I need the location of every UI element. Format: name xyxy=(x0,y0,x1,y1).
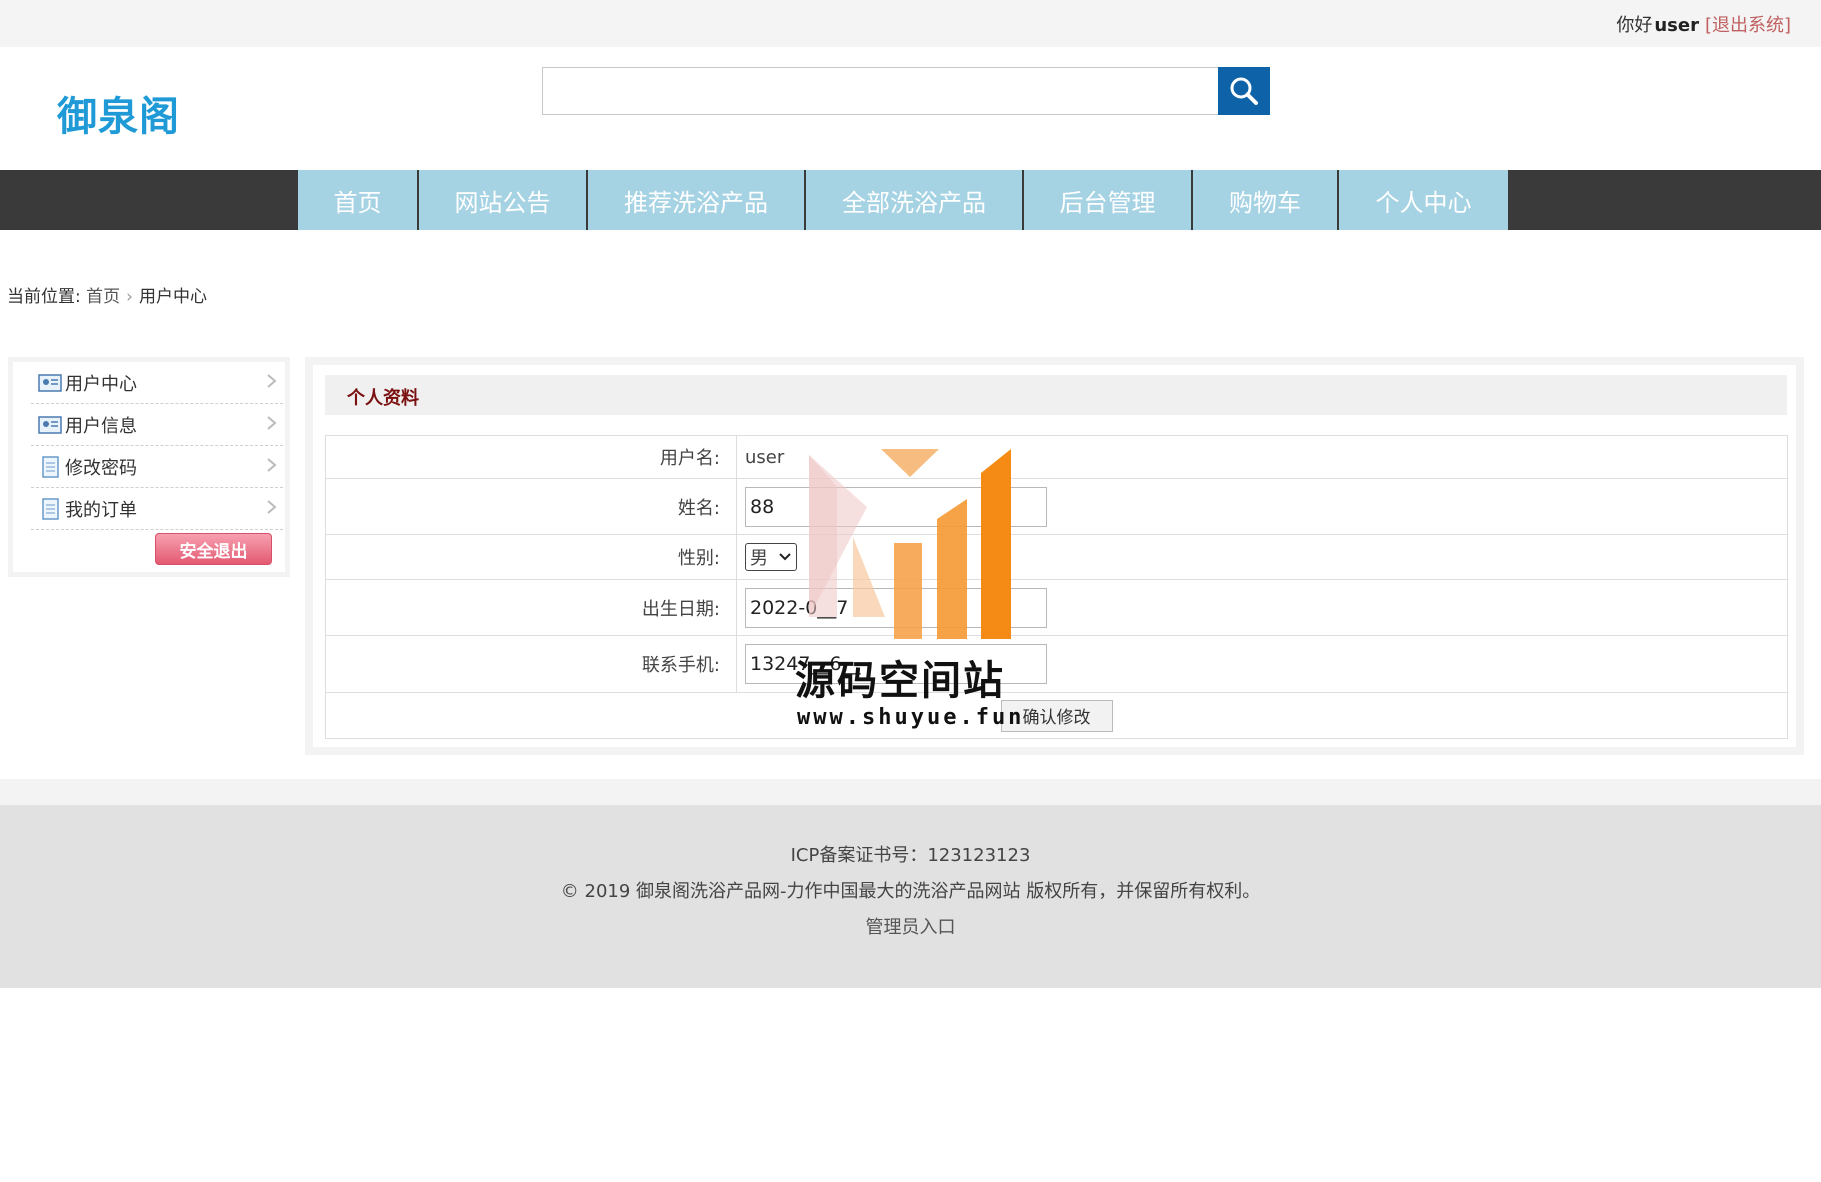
sidebar: 用户中心 用户信息 修改密码 我的订单 安全退出 xyxy=(8,357,290,577)
id-card-icon xyxy=(38,415,62,434)
profile-panel: 个人资料 用户名: user 姓名: 性别: 男 出生 xyxy=(305,357,1804,755)
id-card-icon xyxy=(38,373,62,392)
watermark-url: www.shuyue.fun xyxy=(797,705,1025,730)
nav-item-cart[interactable]: 购物车 xyxy=(1193,170,1339,230)
breadcrumb: 当前位置: 首页 › 用户中心 xyxy=(7,282,207,307)
birth-date-label: 出生日期: xyxy=(325,579,737,636)
form-row: 性别: 男 xyxy=(325,534,1788,580)
panel-header: 个人资料 xyxy=(325,375,1787,415)
sidebar-item-user-info[interactable]: 用户信息 xyxy=(31,404,283,446)
nav-item-announcements[interactable]: 网站公告 xyxy=(419,170,588,230)
nav-item-profile[interactable]: 个人中心 xyxy=(1339,170,1508,230)
sidebar-item-my-orders[interactable]: 我的订单 xyxy=(31,488,283,530)
icp-record: ICP备案证书号：123123123 xyxy=(790,845,1031,866)
breadcrumb-separator-icon: › xyxy=(126,287,133,307)
gender-label: 性别: xyxy=(325,534,737,580)
gender-selected-value: 男 xyxy=(750,548,768,569)
sidebar-item-label: 用户中心 xyxy=(65,373,137,395)
username: user xyxy=(1654,15,1699,36)
top-bar: 你好 user [退出系统] xyxy=(0,0,1821,47)
watermark-text: 源码空间站 xyxy=(795,658,1005,704)
chevron-down-icon xyxy=(779,553,791,561)
nav-item-recommended[interactable]: 推荐洗浴产品 xyxy=(588,170,806,230)
sidebar-item-user-center[interactable]: 用户中心 xyxy=(31,362,283,404)
phone-label: 联系手机: xyxy=(325,635,737,693)
birth-date-field[interactable] xyxy=(745,587,1047,628)
site-logo[interactable]: 御泉阁 xyxy=(57,84,180,142)
sidebar-item-change-password[interactable]: 修改密码 xyxy=(31,446,283,488)
panel-title: 个人资料 xyxy=(347,388,419,409)
user-greeting: 你好 user [退出系统] xyxy=(1616,11,1791,37)
profile-form: 用户名: user 姓名: 性别: 男 出生日期: xyxy=(325,435,1788,739)
nav-item-admin[interactable]: 后台管理 xyxy=(1024,170,1193,230)
chevron-right-icon xyxy=(267,374,277,388)
search-button[interactable] xyxy=(1218,67,1270,115)
form-row: 出生日期: xyxy=(325,579,1788,636)
sidebar-item-label: 我的订单 xyxy=(65,499,137,521)
greeting-text: 你好 xyxy=(1616,15,1653,36)
logout-link[interactable]: [退出系统] xyxy=(1705,15,1791,36)
nav-item-all-products[interactable]: 全部洗浴产品 xyxy=(806,170,1024,230)
breadcrumb-prefix: 当前位置: xyxy=(7,287,81,307)
search-input[interactable] xyxy=(542,67,1218,115)
sidebar-item-label: 用户信息 xyxy=(65,415,137,437)
name-field[interactable] xyxy=(745,486,1047,527)
sidebar-item-label: 修改密码 xyxy=(65,457,137,479)
chevron-right-icon xyxy=(267,500,277,514)
admin-entry-link[interactable]: 管理员入口 xyxy=(0,913,1821,939)
username-label: 用户名: xyxy=(325,435,737,479)
nav-item-home[interactable]: 首页 xyxy=(298,170,419,230)
name-label: 姓名: xyxy=(325,478,737,535)
footer: ICP备案证书号：123123123 © 2019 御泉阁洗浴产品网-力作中国最… xyxy=(0,805,1821,988)
username-value: user xyxy=(736,435,1788,479)
gender-select[interactable]: 男 xyxy=(745,543,797,571)
chevron-right-icon xyxy=(267,416,277,430)
form-row: 用户名: user xyxy=(325,435,1788,479)
form-row: 确认修改 xyxy=(325,692,1788,739)
search-bar xyxy=(542,67,1270,115)
search-icon xyxy=(1230,77,1258,105)
breadcrumb-current: 用户中心 xyxy=(138,287,207,307)
safe-exit-button[interactable]: 安全退出 xyxy=(155,533,272,565)
form-row: 姓名: xyxy=(325,478,1788,535)
nav-menu: 首页 网站公告 推荐洗浴产品 全部洗浴产品 后台管理 购物车 个人中心 xyxy=(298,170,1508,230)
footer-divider xyxy=(0,779,1821,805)
page: 你好 user [退出系统] 御泉阁 首页 网站公告 推荐洗浴产品 全部洗浴产品 后… xyxy=(0,0,1821,1182)
copyright-text: © 2019 御泉阁洗浴产品网-力作中国最大的洗浴产品网站 版权所有，并保留所有… xyxy=(560,881,1261,902)
main-nav: 首页 网站公告 推荐洗浴产品 全部洗浴产品 后台管理 购物车 个人中心 xyxy=(0,170,1821,230)
form-row: 联系手机: xyxy=(325,635,1788,693)
breadcrumb-home[interactable]: 首页 xyxy=(86,287,120,307)
document-icon xyxy=(42,455,59,478)
document-icon xyxy=(42,497,59,520)
chevron-right-icon xyxy=(267,458,277,472)
